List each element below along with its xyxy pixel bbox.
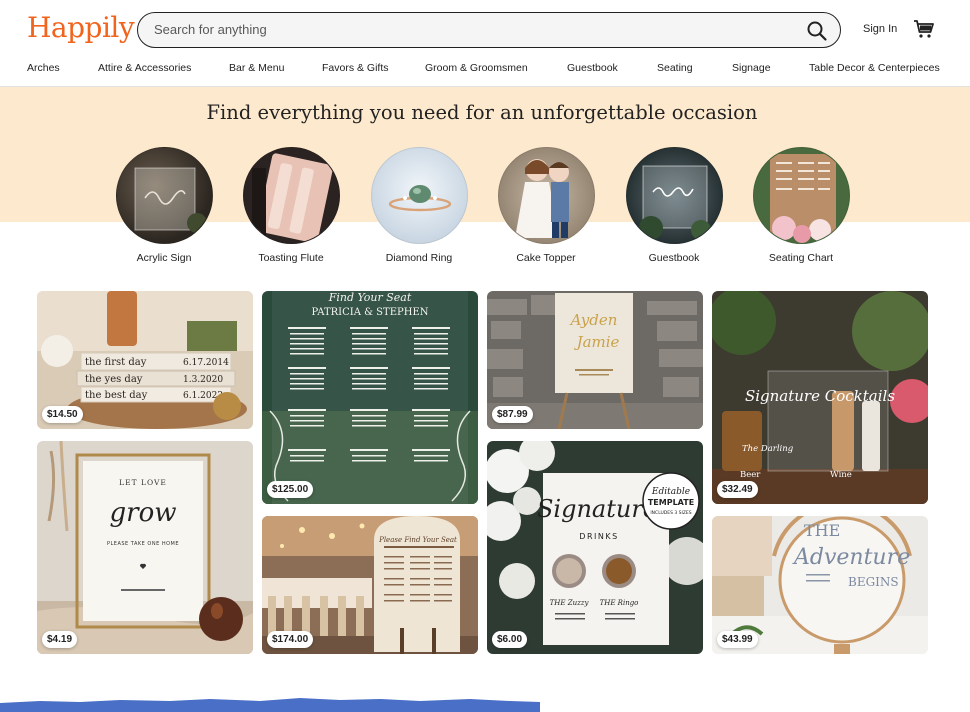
nav-item-table-decor[interactable]: Table Decor & Centerpieces xyxy=(809,62,940,74)
globe-text: BEGINS xyxy=(848,575,899,589)
toasting-flute-image xyxy=(251,153,333,243)
diamond-ring-image xyxy=(388,185,451,212)
book-spine-text: the yes day xyxy=(85,374,143,385)
sign-drink-name: THE Zuzzy xyxy=(550,599,590,607)
category-label: Seating Chart xyxy=(768,252,834,264)
book-spine-text: the best day xyxy=(85,390,148,401)
nav-item-guestbook[interactable]: Guestbook xyxy=(567,62,618,74)
category-label: Diamond Ring xyxy=(385,252,453,264)
guestbook-image xyxy=(638,165,711,240)
hero-title: Find everything you need for an unforget… xyxy=(206,101,758,124)
listing-card[interactable]: the first day 6.17.2014 the yes day 1.3.… xyxy=(37,291,253,429)
listing-card[interactable]: Signature DRINKS THE Zuzzy THE Ringo Edi… xyxy=(487,441,703,654)
search-input[interactable] xyxy=(154,13,794,46)
price-badge: $174.00 xyxy=(267,631,314,648)
price-badge: $32.49 xyxy=(717,481,758,498)
price-badge: $6.00 xyxy=(492,631,528,648)
cart-button[interactable] xyxy=(913,19,935,39)
sign-heading: Signature Cocktails xyxy=(745,387,895,405)
sign-text: DRINKS xyxy=(579,532,618,541)
acrylic-sign-image xyxy=(134,167,207,233)
cart-icon xyxy=(914,20,934,38)
category-image xyxy=(242,147,340,244)
logo[interactable]: Happily xyxy=(27,11,135,44)
nav-item-attire-accessories[interactable]: Attire & Accessories xyxy=(98,62,191,74)
seating-chart-image xyxy=(769,154,836,243)
cake-topper-image xyxy=(514,159,569,238)
price-badge: $43.99 xyxy=(717,631,758,648)
category-nav: Arches Attire & Accessories Bar & Menu F… xyxy=(0,58,970,87)
listing-image: Signature DRINKS THE Zuzzy THE Ringo Edi… xyxy=(487,441,703,654)
badge-text: Editable xyxy=(651,487,690,497)
book-spine-text: the first day xyxy=(85,357,147,368)
sign-names: PATRICIA & STEPHEN xyxy=(311,307,428,318)
sign-text: LET LOVE xyxy=(119,478,167,487)
listing-card[interactable]: Find Your Seat PATRICIA & STEPHEN $125.0… xyxy=(262,291,478,504)
category-image xyxy=(752,147,850,244)
category-label: Cake Topper xyxy=(516,252,576,264)
category-image xyxy=(497,147,595,244)
sign-name: Ayden xyxy=(569,311,618,329)
nav-item-groom-groomsmen[interactable]: Groom & Groomsmen xyxy=(425,62,528,74)
sign-item: Beer xyxy=(740,470,761,480)
category-guestbook[interactable]: Guestbook xyxy=(619,147,729,264)
category-diamond-ring[interactable]: Diamond Ring xyxy=(364,147,474,264)
sign-script: grow xyxy=(110,498,177,528)
listing-card[interactable]: Ayden Jamie $87.99 xyxy=(487,291,703,429)
price-badge: $87.99 xyxy=(492,406,533,423)
category-acrylic-sign[interactable]: Acrylic Sign xyxy=(109,147,219,264)
listing-card[interactable]: THE Adventure BEGINS $43.99 xyxy=(712,516,928,654)
listing-card[interactable]: Please Find Your Seat $174.00 xyxy=(262,516,478,654)
search-bar[interactable] xyxy=(137,12,841,48)
nav-item-favors-gifts[interactable]: Favors & Gifts xyxy=(322,62,389,74)
listing-image: LET LOVE grow PLEASE TAKE ONE HOME xyxy=(37,441,253,654)
listing-image: Signature Cocktails The Darling Beer Win… xyxy=(712,291,928,504)
globe-text: Adventure xyxy=(792,545,910,570)
category-label: Acrylic Sign xyxy=(136,252,192,264)
nav-item-bar-menu[interactable]: Bar & Menu xyxy=(229,62,284,74)
listing-card[interactable]: Signature Cocktails The Darling Beer Win… xyxy=(712,291,928,504)
globe-text: THE xyxy=(804,521,840,540)
book-spine-date: 1.3.2020 xyxy=(183,375,223,385)
price-badge: $14.50 xyxy=(42,406,83,423)
sign-drink-name: THE Ringo xyxy=(600,599,639,607)
price-badge: $4.19 xyxy=(42,631,78,648)
badge-text: TEMPLATE xyxy=(648,498,694,507)
sign-heading: Please Find Your Seat xyxy=(378,536,457,544)
price-badge: $125.00 xyxy=(267,481,314,498)
category-image xyxy=(625,147,723,244)
category-label: Toasting Flute xyxy=(258,252,324,264)
category-label: Guestbook xyxy=(648,252,700,264)
book-spine-date: 6.17.2014 xyxy=(183,358,229,368)
search-button[interactable] xyxy=(806,20,828,42)
sign-script: Signature xyxy=(537,495,657,523)
nav-item-signage[interactable]: Signage xyxy=(732,62,771,74)
sign-item: Wine xyxy=(830,470,852,480)
sign-item: The Darling xyxy=(742,444,794,454)
category-seating-chart[interactable]: Seating Chart xyxy=(746,147,856,264)
sign-name: Jamie xyxy=(574,333,620,351)
sign-in-link[interactable]: Sign In xyxy=(863,23,897,35)
nav-item-seating[interactable]: Seating xyxy=(657,62,693,74)
sign-text: PLEASE TAKE ONE HOME xyxy=(107,541,179,547)
category-toasting-flute[interactable]: Toasting Flute xyxy=(236,147,346,264)
header: Happily Sign In xyxy=(0,0,970,58)
sign-heading: Find Your Seat xyxy=(328,291,412,304)
listing-card[interactable]: LET LOVE grow PLEASE TAKE ONE HOME $4.19 xyxy=(37,441,253,654)
nav-item-arches[interactable]: Arches xyxy=(27,62,60,74)
category-image xyxy=(370,147,468,244)
listing-image: Find Your Seat PATRICIA & STEPHEN xyxy=(262,291,478,504)
badge-text: INCLUDES 3 SIZES xyxy=(650,510,691,516)
category-cake-topper[interactable]: Cake Topper xyxy=(491,147,601,264)
category-image xyxy=(115,147,213,244)
search-icon xyxy=(807,21,827,41)
footer-wave xyxy=(0,698,540,712)
